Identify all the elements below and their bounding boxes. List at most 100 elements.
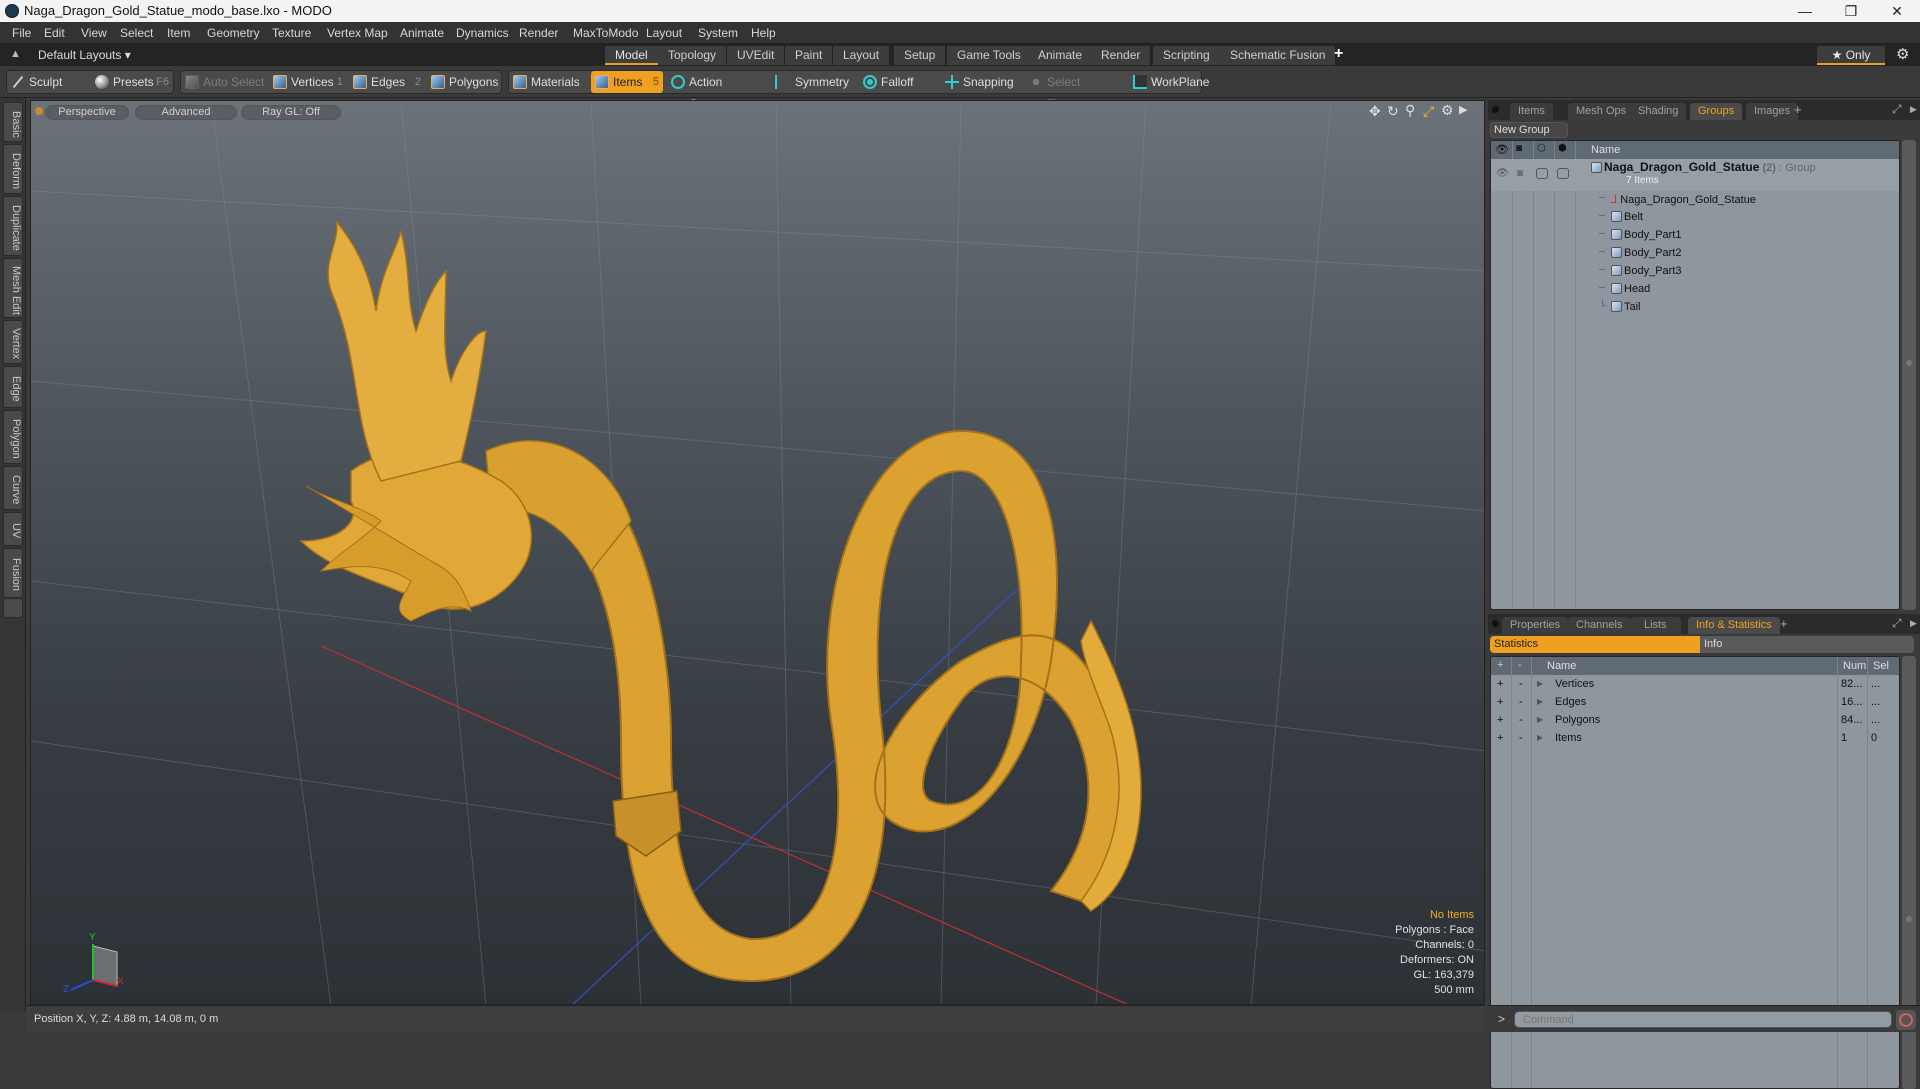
tab-shading[interactable]: Shading xyxy=(1630,103,1687,120)
groups-scrollbar[interactable] xyxy=(1902,140,1916,610)
scrollbar-handle[interactable] xyxy=(1906,916,1912,922)
tab-animate[interactable]: Animate xyxy=(1028,46,1094,65)
group-visibility-eye-icon[interactable]: 👁 xyxy=(1496,168,1509,179)
tree-item[interactable]: ┄ Body_Part2 xyxy=(1491,245,1899,263)
tab-items[interactable]: Items xyxy=(1510,103,1553,120)
menu-item[interactable]: Item xyxy=(167,26,190,40)
auto-select-button[interactable]: Auto Select xyxy=(181,71,267,93)
polygons-button[interactable]: Polygons xyxy=(427,71,501,93)
tab-mesh-ops[interactable]: Mesh Ops xyxy=(1568,103,1635,120)
default-layouts-dropdown[interactable]: Default Layouts ▾ xyxy=(38,48,131,62)
vtab-edge[interactable]: Edge xyxy=(3,366,23,408)
materials-button[interactable]: Materials xyxy=(509,71,589,93)
vtab-vertex[interactable]: Vertex xyxy=(3,320,23,364)
vtab-mesh-edit[interactable]: Mesh Edit xyxy=(3,258,23,318)
scrollbar-handle[interactable] xyxy=(1906,360,1912,366)
tab-scripting[interactable]: Scripting xyxy=(1153,46,1221,65)
expand-plus-button[interactable]: + xyxy=(1497,729,1503,747)
select-through-button[interactable]: Select Through xyxy=(1025,71,1127,111)
vtab-uv[interactable]: UV xyxy=(3,512,23,546)
dragon-model[interactable] xyxy=(299,220,1142,983)
menu-texture[interactable]: Texture xyxy=(272,26,311,40)
panel-expand-icon[interactable]: ⤢ xyxy=(1892,102,1902,117)
new-group-button[interactable]: New Group xyxy=(1490,122,1568,138)
collapse-minus-button[interactable]: - xyxy=(1519,711,1523,729)
vtab-curve[interactable]: Curve xyxy=(3,466,23,510)
tab-game-tools[interactable]: Game Tools xyxy=(947,46,1032,65)
raygl-toggle[interactable]: Ray GL: Off xyxy=(241,105,341,120)
panel-expand-icon[interactable]: ⤢ xyxy=(1892,616,1902,631)
vertices-button[interactable]: Vertices 1 xyxy=(269,71,347,93)
tree-item[interactable]: ┄ Belt xyxy=(1491,209,1899,227)
group-select-checkbox[interactable] xyxy=(1557,168,1569,179)
expand-triangle-icon[interactable]: ▶ xyxy=(1537,675,1543,693)
group-row[interactable]: 👁 ◙ Naga_Dragon_Gold_Statue (2) : Group … xyxy=(1491,159,1899,191)
menu-geometry[interactable]: Geometry xyxy=(207,26,260,40)
tree-item[interactable]: ┄ Body_Part1 xyxy=(1491,227,1899,245)
vtab-duplicate[interactable]: Duplicate xyxy=(3,196,23,256)
tree-item[interactable]: ┄ Body_Part3 xyxy=(1491,263,1899,281)
expand-triangle-icon[interactable]: ▶ xyxy=(1537,729,1543,747)
expand-triangle-icon[interactable]: ▶ xyxy=(1537,693,1543,711)
collapse-minus-button[interactable]: - xyxy=(1519,729,1523,747)
tab-model[interactable]: Model xyxy=(605,46,659,65)
3d-viewport[interactable]: Perspective Advanced Ray GL: Off ✥ ↻ ⚲ ⤢… xyxy=(30,100,1485,1005)
subtab-statistics[interactable]: Statistics xyxy=(1490,636,1700,653)
tab-setup[interactable]: Setup xyxy=(894,46,947,65)
shading-advanced-dropdown[interactable]: Advanced xyxy=(135,105,237,120)
group-render-icon[interactable]: ◙ xyxy=(1517,168,1523,179)
menu-file[interactable]: File xyxy=(12,26,31,40)
menu-animate[interactable]: Animate xyxy=(400,26,444,40)
tab-layout[interactable]: Layout xyxy=(833,46,891,65)
collapse-minus-button[interactable]: - xyxy=(1519,675,1523,693)
group-lock-checkbox[interactable] xyxy=(1536,168,1548,179)
fit-expand-icon[interactable]: ⤢ xyxy=(1423,103,1434,120)
expand-triangle-icon[interactable]: ▶ xyxy=(1537,711,1543,729)
stats-row-items[interactable]: + - ▶ Items 1 0 xyxy=(1491,729,1899,747)
layout-up-arrow-icon[interactable]: ▲ xyxy=(10,48,21,60)
viewport-more-arrow-icon[interactable]: ▶ xyxy=(1459,103,1467,116)
menu-layout[interactable]: Layout xyxy=(646,26,682,40)
add-panel-tab-button[interactable]: + xyxy=(1794,102,1802,117)
visibility-eye-icon[interactable]: 👁 xyxy=(1495,143,1509,156)
menu-view[interactable]: View xyxy=(81,26,107,40)
viewport-settings-gear-icon[interactable]: ⚙ xyxy=(1441,102,1454,119)
close-button[interactable]: ✕ xyxy=(1874,0,1920,22)
zoom-magnifier-icon[interactable]: ⚲ xyxy=(1405,102,1415,119)
tree-item[interactable]: ┄ Head xyxy=(1491,281,1899,299)
menu-dynamics[interactable]: Dynamics xyxy=(456,26,509,40)
tab-schematic-fusion[interactable]: Schematic Fusion xyxy=(1220,46,1337,65)
panel-menu-dot[interactable] xyxy=(1492,106,1499,113)
presets-button[interactable]: Presets F6 xyxy=(91,71,173,93)
collapse-minus-button[interactable]: - xyxy=(1519,693,1523,711)
stats-row-vertices[interactable]: + - ▶ Vertices 82... ... xyxy=(1491,675,1899,693)
tab-properties[interactable]: Properties xyxy=(1502,617,1569,634)
rotate-icon[interactable]: ↻ xyxy=(1387,103,1399,120)
expand-plus-button[interactable]: + xyxy=(1497,711,1503,729)
record-macro-button[interactable] xyxy=(1896,1010,1916,1030)
vtab-extra[interactable] xyxy=(3,598,23,618)
only-toggle[interactable]: ★ Only xyxy=(1817,46,1885,65)
tab-topology[interactable]: Topology xyxy=(658,46,728,65)
tab-lists[interactable]: Lists xyxy=(1630,617,1681,634)
edges-button[interactable]: Edges 2 xyxy=(349,71,425,93)
dragon-body-coil[interactable] xyxy=(549,429,1127,983)
command-input[interactable] xyxy=(1514,1011,1892,1028)
menu-system[interactable]: System xyxy=(698,26,738,40)
menu-vertex-map[interactable]: Vertex Map xyxy=(327,26,388,40)
panel-more-arrow-icon[interactable]: ▶ xyxy=(1910,104,1917,115)
panel-menu-dot[interactable] xyxy=(1492,620,1499,627)
vtab-basic[interactable]: Basic xyxy=(3,102,23,142)
subtab-info[interactable]: Info xyxy=(1704,636,1722,652)
tree-item[interactable]: ┄ ⅃ Naga_Dragon_Gold_Statue xyxy=(1491,191,1899,209)
pan-icon[interactable]: ✥ xyxy=(1369,103,1381,120)
view-perspective-dropdown[interactable]: Perspective xyxy=(45,105,129,120)
symmetry-button[interactable]: Symmetry xyxy=(765,71,855,93)
sculpt-button[interactable]: Sculpt xyxy=(7,71,87,93)
menu-select[interactable]: Select xyxy=(120,26,153,40)
select-cube-icon[interactable]: ⬢ xyxy=(1558,143,1567,154)
expand-plus-button[interactable]: + xyxy=(1497,675,1503,693)
menu-render[interactable]: Render xyxy=(519,26,558,40)
tab-groups[interactable]: Groups xyxy=(1690,103,1743,120)
stats-row-polygons[interactable]: + - ▶ Polygons 84... ... xyxy=(1491,711,1899,729)
